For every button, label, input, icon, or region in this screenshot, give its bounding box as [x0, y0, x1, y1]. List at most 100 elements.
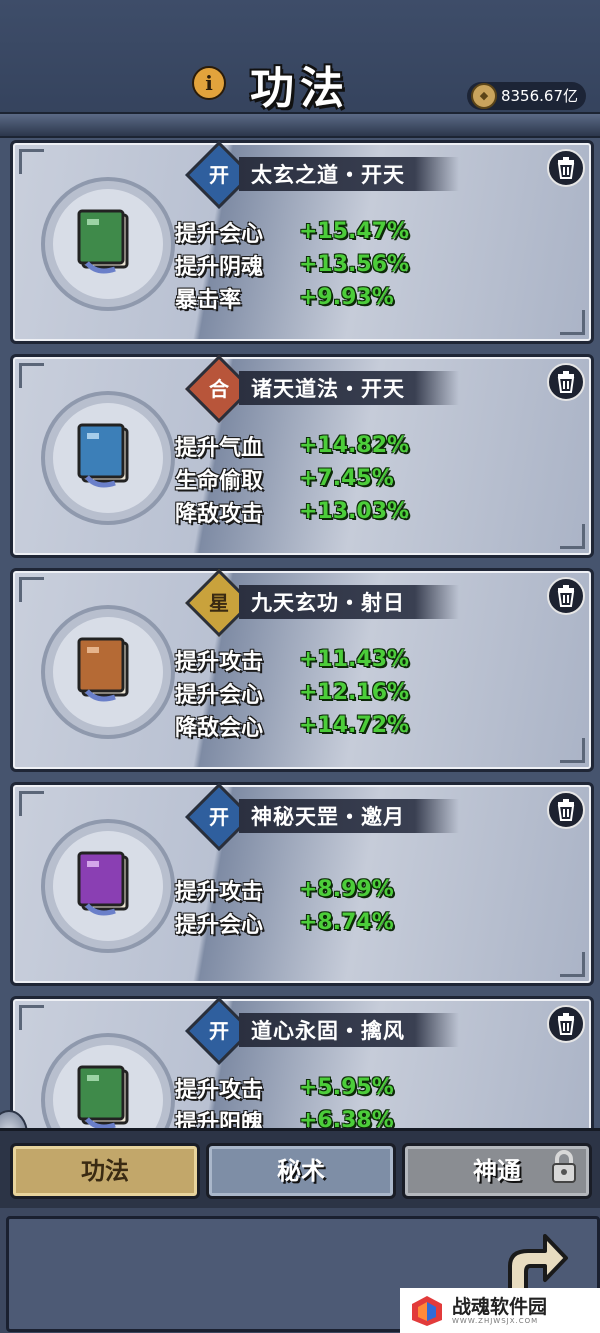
stat-label: 降敌会心 — [175, 714, 264, 741]
stat-list: 提升会心 +15.47% 提升阴魂 +13.56% 暴击率 +9.93% — [175, 215, 409, 314]
stat-value: +8.99% — [299, 877, 394, 902]
currency-value: 8356.67亿 — [500, 87, 578, 105]
stat-label: 提升气血 — [175, 434, 264, 461]
watermark-url: WWW.ZHJWSJX.COM — [452, 1316, 539, 1325]
bottom-area: 战魂软件园 WWW.ZHJWSJX.COM — [0, 1208, 600, 1333]
corner-ornament — [19, 363, 44, 388]
book-frame — [45, 1037, 171, 1128]
stat-label: 提升攻击 — [175, 1076, 264, 1103]
technique-card[interactable]: 开 道心永固・擒风 提升攻击 +5.95% 提升阳魄 +6.38% — [10, 996, 594, 1128]
technique-name: 诸天道法・开天 — [251, 376, 405, 401]
tab-shentong[interactable]: 神通 — [402, 1143, 592, 1199]
stat-value: +14.82% — [299, 433, 410, 458]
trash-button[interactable] — [547, 577, 585, 615]
stat-label: 提升阴魂 — [175, 253, 264, 280]
stat-label: 提升阳魄 — [175, 1109, 264, 1129]
stat-row: 生命偷取 +7.45% — [175, 462, 409, 495]
technique-card[interactable]: 合 诸天道法・开天 提升气血 +14.82% 生命偷取 +7.45% 降敌攻击 +13… — [10, 354, 594, 558]
corner-ornament — [19, 149, 44, 174]
corner-ornament — [19, 1005, 44, 1030]
stat-row: 提升会心 +12.16% — [175, 676, 409, 709]
stat-value: +15.47% — [299, 219, 410, 244]
technique-name: 神秘天罡・邀月 — [251, 804, 405, 829]
stat-list: 提升攻击 +5.95% 提升阳魄 +6.38% — [175, 1071, 394, 1128]
stat-list: 提升攻击 +8.99% 提升会心 +8.74% — [175, 873, 394, 939]
trash-icon — [557, 371, 575, 393]
orange-book-icon — [77, 637, 129, 702]
header-rail — [0, 112, 600, 138]
stat-value: +9.93% — [299, 285, 394, 310]
trash-icon — [557, 157, 575, 179]
stat-label: 提升攻击 — [175, 648, 264, 675]
stat-label: 提升会心 — [175, 681, 264, 708]
stat-row: 提升阳魄 +6.38% — [175, 1104, 394, 1128]
watermark: 战魂软件园 WWW.ZHJWSJX.COM — [400, 1288, 600, 1333]
corner-ornament — [560, 524, 585, 549]
technique-name: 道心永固・擒风 — [251, 1018, 405, 1043]
tab-gongfa[interactable]: 功法 — [10, 1143, 200, 1199]
stat-label: 暴击率 — [175, 286, 242, 313]
trash-button[interactable] — [547, 791, 585, 829]
technique-name: 太玄之道・开天 — [251, 162, 405, 187]
stat-value: +14.72% — [299, 713, 410, 738]
stat-label: 降敌攻击 — [175, 500, 264, 527]
tab-mishu[interactable]: 秘术 — [206, 1143, 396, 1199]
corner-ornament — [560, 310, 585, 335]
corner-ornament — [19, 791, 44, 816]
stat-value: +12.16% — [299, 680, 410, 705]
trash-icon — [557, 585, 575, 607]
stat-value: +6.38% — [299, 1108, 394, 1128]
stat-value: +13.03% — [299, 499, 410, 524]
rank-badge-label: 开 — [209, 1019, 229, 1043]
stat-list: 提升攻击 +11.43% 提升会心 +12.16% 降敌会心 +14.72% — [175, 643, 409, 742]
stat-label: 提升攻击 — [175, 878, 264, 905]
rank-badge-label: 开 — [209, 805, 229, 829]
stat-row: 提升攻击 +8.99% — [175, 873, 394, 906]
purple-book-icon — [77, 851, 129, 916]
stat-value: +8.74% — [299, 910, 394, 935]
book-frame — [45, 823, 171, 949]
tab-bar: 功法 秘术 神通 — [0, 1128, 600, 1211]
stat-value: +5.95% — [299, 1075, 394, 1100]
currency-display: ◆ 8356.67亿 — [466, 82, 586, 110]
technique-list[interactable]: 开 太玄之道・开天 提升会心 +15.47% 提升阴魂 +13.56% 暴击率 +9.… — [0, 136, 600, 1128]
stat-row: 暴击率 +9.93% — [175, 281, 409, 314]
technique-card[interactable]: 开 太玄之道・开天 提升会心 +15.47% 提升阴魂 +13.56% 暴击率 +9.… — [10, 140, 594, 344]
stat-row: 提升气血 +14.82% — [175, 429, 409, 462]
trash-icon — [557, 1013, 575, 1035]
stat-row: 提升会心 +15.47% — [175, 215, 409, 248]
tab-shentong-label: 神通 — [473, 1156, 521, 1185]
green-book-icon — [77, 209, 129, 274]
rank-badge-label: 星 — [209, 591, 229, 615]
book-frame — [45, 181, 171, 307]
stat-list: 提升气血 +14.82% 生命偷取 +7.45% 降敌攻击 +13.03% — [175, 429, 409, 528]
corner-ornament — [560, 952, 585, 977]
technique-name: 九天玄功・射日 — [251, 590, 405, 615]
trash-button[interactable] — [547, 1005, 585, 1043]
stat-row: 降敌会心 +14.72% — [175, 709, 409, 742]
stat-label: 提升会心 — [175, 220, 264, 247]
book-frame — [45, 395, 171, 521]
coin-icon: ◆ — [470, 83, 497, 109]
stat-row: 提升会心 +8.74% — [175, 906, 394, 939]
stat-label: 提升会心 — [175, 911, 264, 938]
blue-book-icon — [77, 423, 129, 488]
corner-ornament — [560, 738, 585, 763]
lock-icon — [552, 1150, 576, 1183]
watermark-title: 战魂软件园 — [452, 1295, 548, 1318]
rank-badge-label: 开 — [209, 163, 229, 187]
trash-button[interactable] — [547, 149, 585, 187]
stat-value: +13.56% — [299, 252, 410, 277]
stat-value: +7.45% — [299, 466, 394, 491]
book-frame — [45, 609, 171, 735]
stat-row: 提升攻击 +11.43% — [175, 643, 409, 676]
stat-label: 生命偷取 — [175, 467, 264, 494]
trash-button[interactable] — [547, 363, 585, 401]
header-bar: i 功法 ◆ 8356.67亿 — [0, 0, 600, 128]
stat-row: 提升攻击 +5.95% — [175, 1071, 394, 1104]
watermark-logo-icon — [412, 1295, 442, 1326]
stat-row: 降敌攻击 +13.03% — [175, 495, 409, 528]
technique-card[interactable]: 开 神秘天罡・邀月 提升攻击 +8.99% 提升会心 +8.74% — [10, 782, 594, 986]
technique-card[interactable]: 星 九天玄功・射日 提升攻击 +11.43% 提升会心 +12.16% 降敌会心 +1… — [10, 568, 594, 772]
trash-icon — [557, 799, 575, 821]
